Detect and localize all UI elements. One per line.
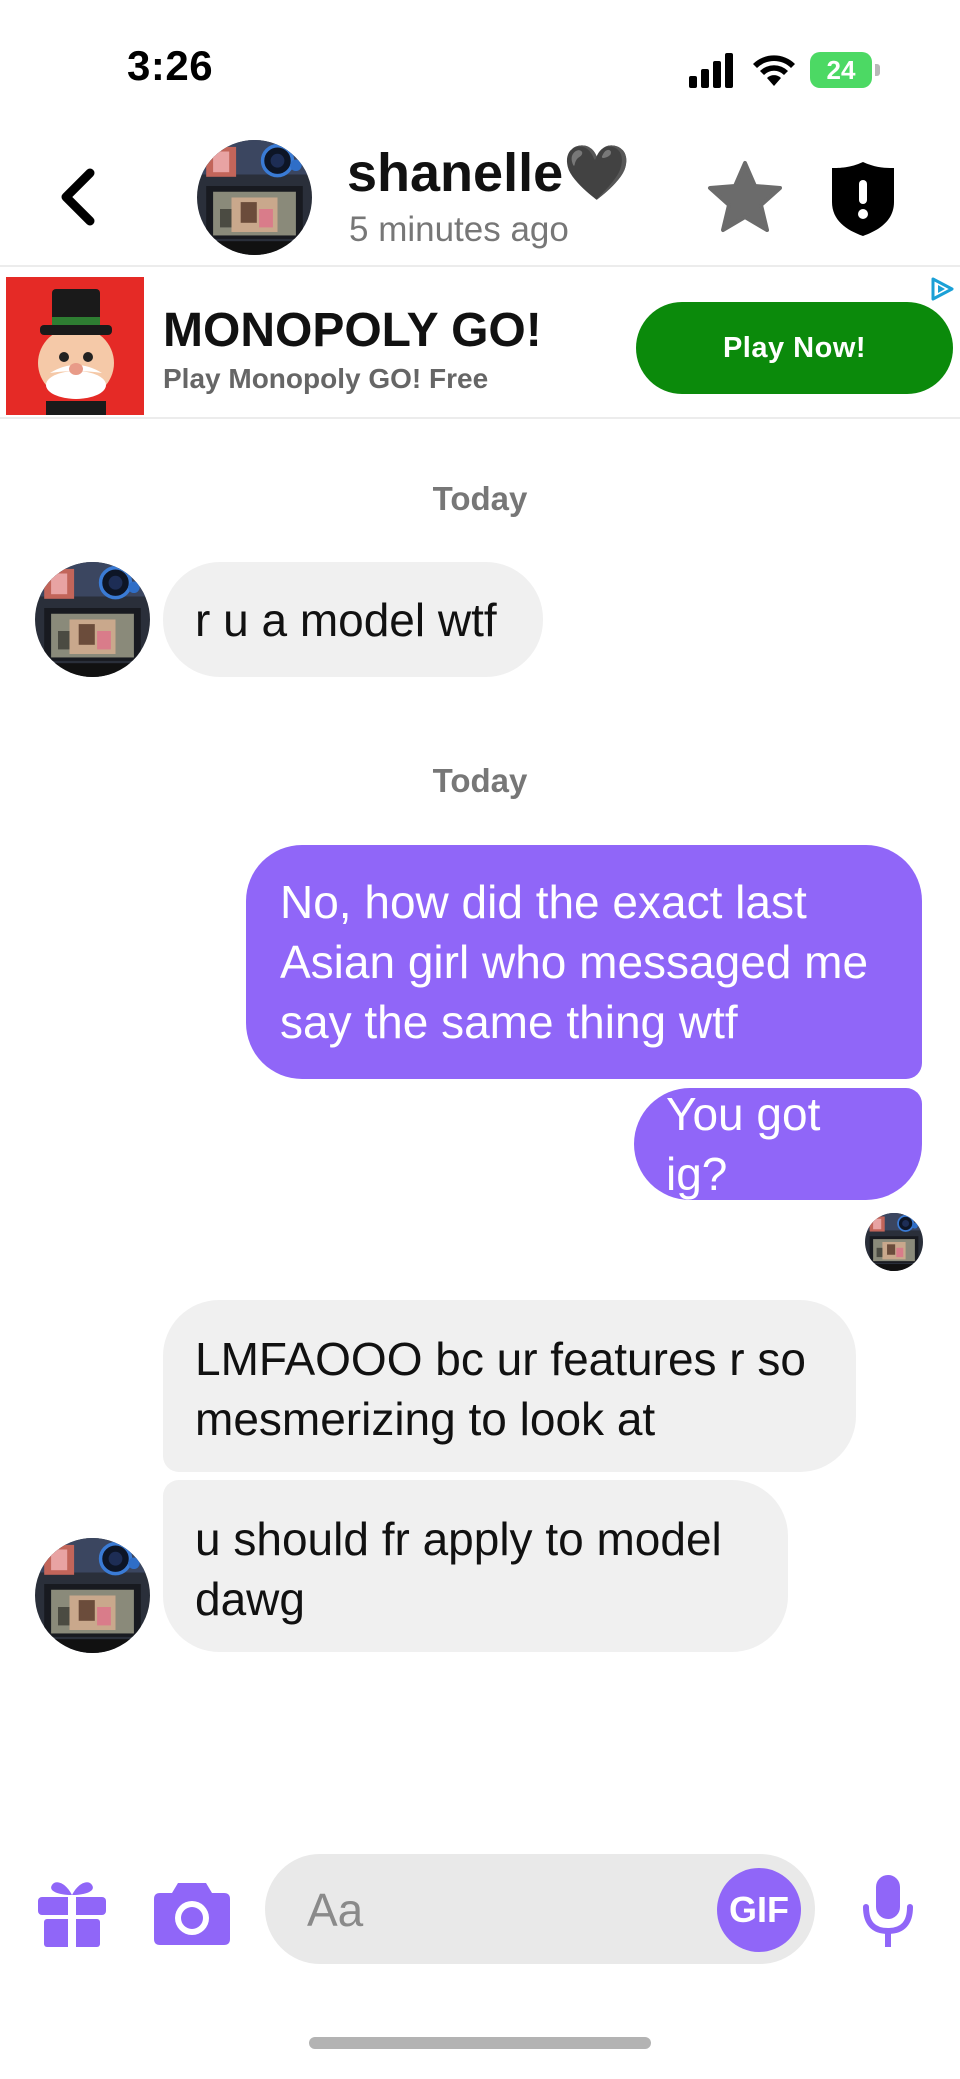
ad-app-icon[interactable] (6, 277, 144, 415)
status-bar: 3:26 24 (0, 0, 960, 130)
status-time: 3:26 (127, 42, 214, 89)
message-input[interactable] (305, 1878, 669, 1942)
microphone-icon[interactable] (858, 1873, 918, 1951)
camera-icon[interactable] (152, 1877, 232, 1947)
contact-avatar[interactable] (197, 140, 312, 255)
contact-name[interactable]: shanelle🖤 (347, 142, 630, 205)
incoming-message[interactable]: LMFAOOO bc ur features r so mesmerizing … (163, 1300, 856, 1472)
home-indicator[interactable] (309, 2037, 651, 2049)
sender-avatar[interactable] (35, 1538, 150, 1653)
outgoing-message[interactable]: No, how did the exact last Asian girl wh… (246, 845, 922, 1079)
gif-button[interactable]: GIF (717, 1868, 801, 1952)
signal-icon (689, 53, 733, 88)
message-composer: GIF (0, 1840, 960, 1980)
star-icon[interactable] (705, 158, 785, 238)
gift-icon[interactable] (36, 1875, 108, 1949)
battery-level: 24 (810, 52, 872, 88)
incoming-message[interactable]: u should fr apply to model dawg (163, 1480, 788, 1652)
shield-icon[interactable] (828, 158, 898, 238)
battery-indicator: 24 (810, 52, 882, 88)
message-input-container[interactable]: GIF (265, 1854, 815, 1964)
ad-choices-icon[interactable] (928, 275, 956, 303)
incoming-message[interactable]: r u a model wtf (163, 562, 543, 677)
ad-play-now-button[interactable]: Play Now! (636, 302, 953, 394)
ad-banner[interactable]: MONOPOLY GO! Play Monopoly GO! Free Play… (0, 267, 960, 419)
chat-header: shanelle🖤 5 minutes ago (0, 130, 960, 267)
read-receipt-avatar (865, 1213, 923, 1271)
ad-title[interactable]: MONOPOLY GO! (163, 303, 542, 358)
sender-avatar[interactable] (35, 562, 150, 677)
back-chevron-icon[interactable] (50, 165, 110, 229)
ad-subtitle[interactable]: Play Monopoly GO! Free (163, 363, 488, 395)
last-seen-status: 5 minutes ago (349, 210, 569, 249)
day-separator: Today (432, 480, 528, 517)
battery-cap (875, 64, 880, 76)
wifi-icon (753, 55, 795, 86)
outgoing-message[interactable]: You got ig? (634, 1088, 922, 1200)
day-separator: Today (432, 762, 528, 799)
